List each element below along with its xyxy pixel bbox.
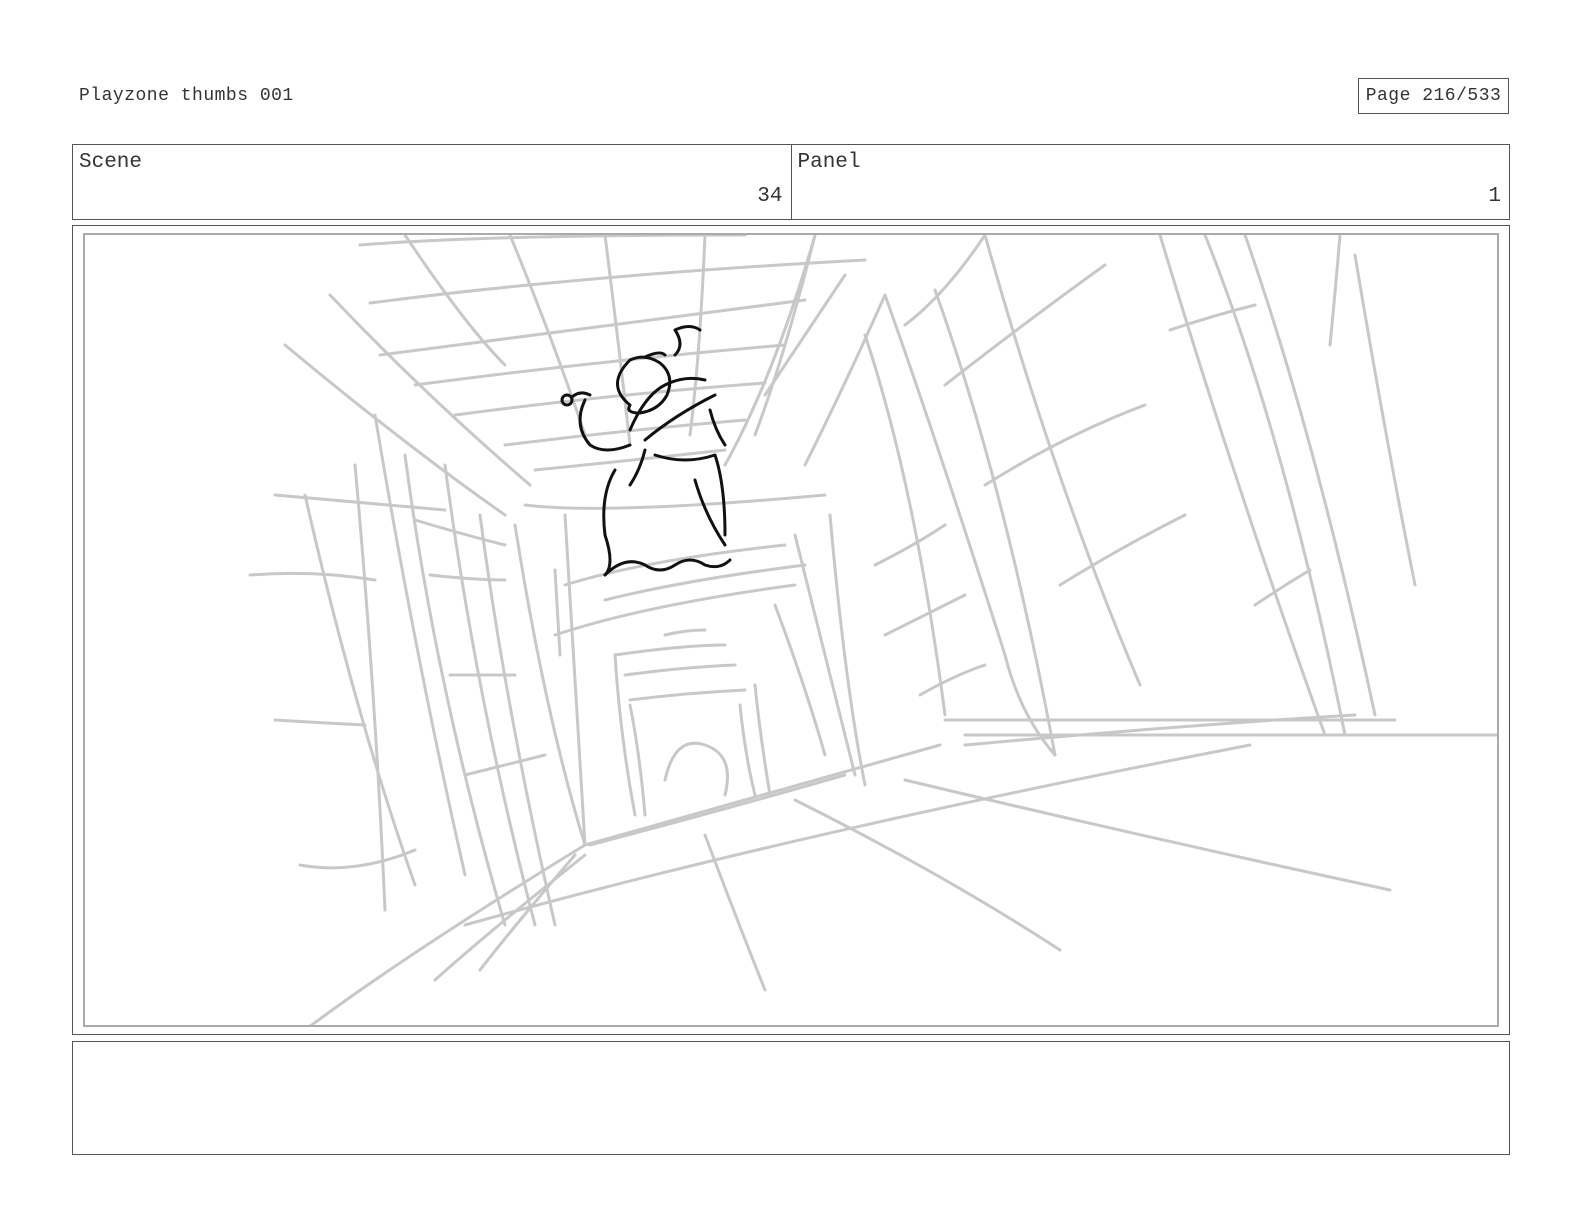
- sketch-drawing: [248, 235, 1497, 1025]
- panel-header: Scene 34 Panel 1: [72, 144, 1510, 220]
- scene-cell: Scene 34: [73, 145, 791, 219]
- background-room-sketch: [248, 235, 1497, 1025]
- panel-label: Panel: [797, 151, 861, 174]
- storyboard-frame: [72, 225, 1510, 1035]
- scene-label: Scene: [79, 151, 143, 174]
- document-title: Playzone thumbs 001: [79, 86, 294, 106]
- storyboard-drawing-area: [83, 233, 1499, 1027]
- panel-notes-area: [72, 1041, 1510, 1155]
- scene-number: 34: [757, 185, 783, 208]
- panel-cell: Panel 1: [790, 145, 1510, 219]
- panel-number: 1: [1488, 185, 1501, 208]
- page-indicator: Page 216/533: [1358, 78, 1509, 114]
